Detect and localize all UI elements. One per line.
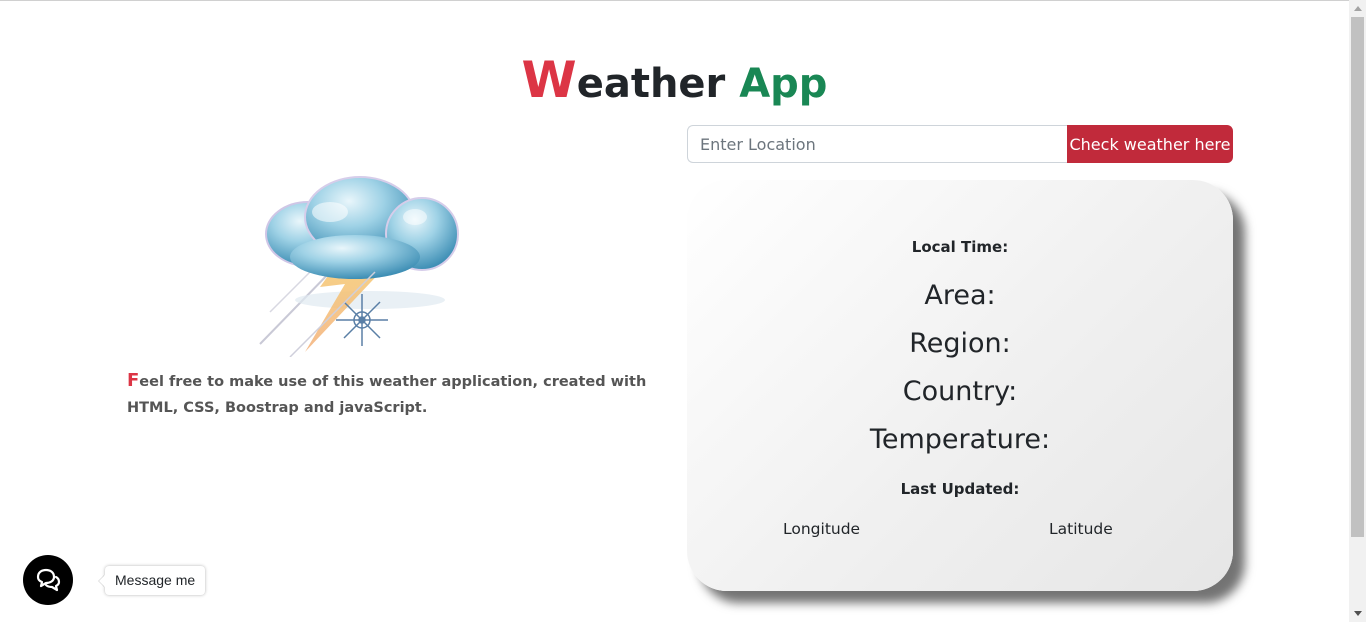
title-rest: eather <box>576 61 726 107</box>
intro-text: Feel free to make use of this weather ap… <box>127 368 667 421</box>
chat-tooltip[interactable]: Message me <box>105 566 206 595</box>
page-title: Weather App <box>0 52 1349 112</box>
scroll-thumb[interactable] <box>1351 17 1364 537</box>
title-first-letter: W <box>521 51 577 109</box>
latitude-label: Latitude <box>1049 520 1113 538</box>
longitude-label: Longitude <box>783 520 861 538</box>
intro-body: eel free to make use of this weather app… <box>127 374 647 416</box>
local-time-label: Local Time: <box>911 238 1009 256</box>
country-label: Country: <box>902 376 1018 407</box>
temperature-label: Temperature: <box>869 424 1051 455</box>
region-label: Region: <box>909 328 1011 359</box>
check-weather-button[interactable]: Check weather here <box>1067 125 1233 163</box>
last-updated-label: Last Updated: <box>900 480 1020 498</box>
intro-first-letter: F <box>127 370 140 391</box>
weather-card: Local Time: Area: Region: Country: Tempe… <box>687 180 1233 591</box>
title-app: App <box>739 61 828 107</box>
location-search-input[interactable] <box>687 125 1071 163</box>
chat-button[interactable] <box>23 555 73 605</box>
chat-bubbles-icon <box>36 568 61 592</box>
vertical-scrollbar[interactable] <box>1349 0 1366 622</box>
top-divider <box>0 0 1349 1</box>
storm-cloud-illustration <box>259 176 459 357</box>
scroll-up-arrow-icon[interactable] <box>1349 0 1366 17</box>
scroll-down-arrow-icon[interactable] <box>1349 605 1366 622</box>
page: Weather App Check weather here <box>0 0 1366 622</box>
area-label: Area: <box>924 280 996 311</box>
